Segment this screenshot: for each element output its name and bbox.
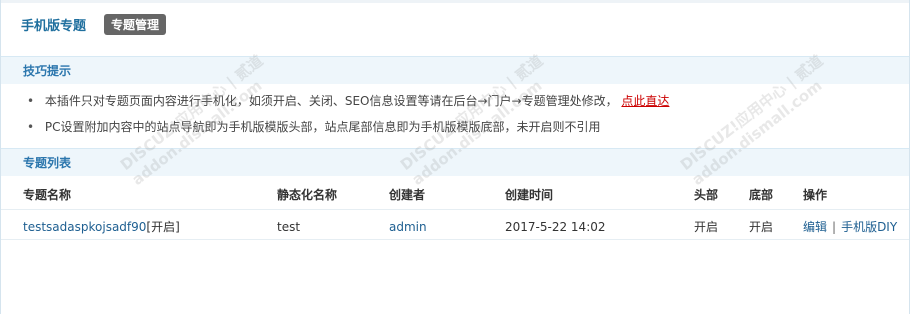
column-header-static-name: 静态化名称 (277, 188, 338, 202)
column-header-header: 头部 (694, 188, 719, 202)
column-header-creator: 创建者 (389, 188, 426, 202)
column-header-created-at: 创建时间 (505, 188, 554, 202)
edit-link[interactable]: 编辑 (803, 220, 827, 234)
bullet-icon: • (27, 94, 35, 108)
column-header-name: 专题名称 (23, 188, 72, 202)
operations-cell: 编辑 | 手机版DIY (803, 212, 897, 242)
column-header-operations: 操作 (803, 188, 828, 202)
tip-text-2: PC设置附加内容中的站点导航即为手机版模版头部，站点尾部信息即为手机版模版底部，… (44, 120, 601, 134)
page: 手机版专题 专题管理 技巧提示 • 本插件只对专题页面内容进行手机化，如须开启、… (0, 0, 910, 314)
creator-link[interactable]: admin (389, 212, 427, 242)
operations-separator: | (832, 220, 837, 234)
table-header-row: 专题名称 静态化名称 创建者 创建时间 头部 底部 操作 (1, 180, 909, 210)
header-status-cell: 开启 (694, 220, 719, 234)
tip-item-1: • 本插件只对专题页面内容进行手机化，如须开启、关闭、SEO信息设置等请在后台→… (1, 88, 909, 114)
header: 手机版专题 专题管理 (1, 10, 909, 38)
topic-table: 专题名称 静态化名称 创建者 创建时间 头部 底部 操作 testsadaspk… (1, 180, 909, 240)
topic-name-cell: testsadaspkojsadf90[开启] (23, 212, 180, 242)
go-to-topic-management-link[interactable]: 点此直达 (621, 94, 669, 108)
tab-topic-management[interactable]: 专题管理 (104, 13, 167, 35)
topic-status: [开启] (146, 220, 180, 234)
footer-status-cell: 开启 (749, 220, 774, 234)
tip-text-1: 本插件只对专题页面内容进行手机化，如须开启、关闭、SEO信息设置等请在后台→门户… (44, 94, 618, 108)
topic-name-link[interactable]: testsadaspkojsadf90 (23, 220, 146, 234)
page-title: 手机版专题 (21, 18, 87, 34)
tip-item-2: • PC设置附加内容中的站点导航即为手机版模版头部，站点尾部信息即为手机版模版底… (1, 114, 909, 140)
created-at-cell: 2017-5-22 14:02 (505, 220, 606, 234)
static-name-cell: test (277, 220, 301, 234)
bullet-icon: • (27, 120, 35, 134)
column-header-footer: 底部 (749, 188, 774, 202)
mobile-diy-link[interactable]: 手机版DIY (841, 220, 897, 234)
tips-list: • 本插件只对专题页面内容进行手机化，如须开启、关闭、SEO信息设置等请在后台→… (1, 88, 909, 140)
top-strip (1, 0, 909, 3)
list-section-title: 专题列表 (1, 148, 909, 176)
tips-section-title: 技巧提示 (1, 56, 909, 84)
table-row: testsadaspkojsadf90[开启] test admin 2017-… (1, 210, 909, 240)
